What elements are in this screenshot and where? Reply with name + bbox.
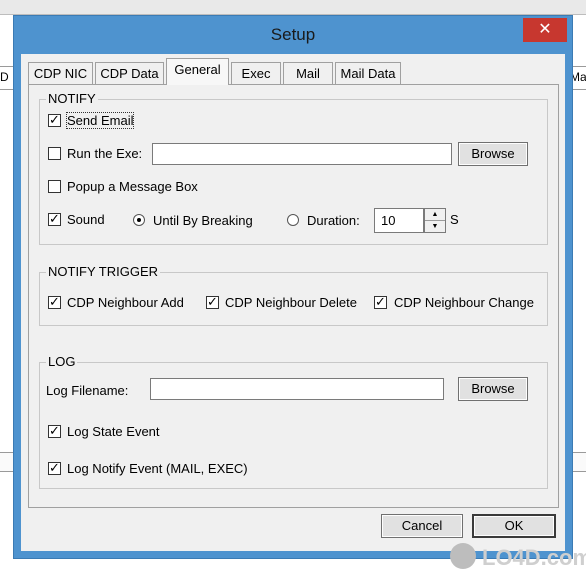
cancel-button[interactable]: Cancel (381, 514, 463, 538)
duration-input[interactable]: 10 (374, 208, 424, 233)
tab-cdp-nic[interactable]: CDP NIC (28, 62, 93, 84)
duration-unit: S (450, 212, 459, 227)
close-button[interactable]: ✕ (523, 18, 567, 42)
until-breaking-radio[interactable] (133, 214, 145, 226)
neighbour-delete-checkbox[interactable] (206, 294, 219, 310)
notify-legend: NOTIFY (46, 91, 98, 106)
log-legend: LOG (46, 354, 78, 369)
neighbour-change-checkbox[interactable] (374, 294, 387, 310)
watermark-logo-icon (450, 543, 476, 569)
watermark-text: LO4D.com (482, 545, 586, 570)
sound-label[interactable]: Sound (67, 212, 105, 227)
notify-trigger-legend: NOTIFY TRIGGER (46, 264, 161, 279)
log-notify-event-checkbox[interactable] (48, 460, 61, 476)
popup-message-checkbox[interactable] (48, 180, 61, 193)
duration-spinner[interactable]: ▲ ▼ (424, 208, 446, 233)
log-group: LOG Log Filename: Browse Log State Event… (39, 354, 548, 489)
log-browse-button[interactable]: Browse (458, 377, 528, 401)
notify-trigger-group: NOTIFY TRIGGER CDP Neighbour Add CDP Nei… (39, 264, 548, 326)
parent-left-label: D (0, 70, 9, 84)
run-exe-label[interactable]: Run the Exe: (67, 146, 142, 161)
duration-radio[interactable] (287, 214, 299, 226)
parent-right-label: Ma (570, 70, 586, 84)
run-exe-checkbox[interactable] (48, 147, 61, 160)
until-breaking-label[interactable]: Until By Breaking (153, 213, 253, 228)
notify-group: NOTIFY Send Email Run the Exe: Browse Po… (39, 91, 548, 245)
ok-button[interactable]: OK (472, 514, 556, 538)
neighbour-add-label[interactable]: CDP Neighbour Add (67, 295, 184, 310)
dialog-title: Setup (270, 25, 316, 44)
general-tab-panel: NOTIFY Send Email Run the Exe: Browse Po… (28, 84, 559, 508)
sound-checkbox[interactable] (48, 211, 61, 227)
parent-window-toolbar (0, 0, 586, 15)
log-filename-input[interactable] (150, 378, 444, 400)
tab-exec[interactable]: Exec (231, 62, 281, 84)
duration-label[interactable]: Duration: (307, 213, 360, 228)
run-exe-browse-button[interactable]: Browse (458, 142, 528, 166)
log-state-event-label[interactable]: Log State Event (67, 424, 160, 439)
spin-up-icon[interactable]: ▲ (425, 209, 445, 221)
neighbour-add-checkbox[interactable] (48, 294, 61, 310)
tab-general[interactable]: General (166, 58, 229, 85)
log-state-event-checkbox[interactable] (48, 423, 61, 439)
send-email-checkbox[interactable] (48, 112, 61, 128)
tab-mail[interactable]: Mail (283, 62, 333, 84)
setup-dialog: Setup ✕ CDP NIC CDP Data General Exec Ma… (14, 16, 572, 558)
title-bar[interactable]: Setup ✕ (14, 16, 572, 54)
run-exe-path-input[interactable] (152, 143, 452, 165)
neighbour-delete-label[interactable]: CDP Neighbour Delete (225, 295, 357, 310)
send-email-label[interactable]: Send Email (65, 112, 135, 129)
log-filename-label: Log Filename: (46, 383, 129, 398)
dialog-client-area: CDP NIC CDP Data General Exec Mail Mail … (21, 54, 565, 551)
neighbour-change-label[interactable]: CDP Neighbour Change (394, 295, 534, 310)
close-icon: ✕ (538, 21, 552, 38)
tab-mail-data[interactable]: Mail Data (335, 62, 401, 84)
tab-cdp-data[interactable]: CDP Data (95, 62, 164, 84)
spin-down-icon[interactable]: ▼ (425, 221, 445, 232)
popup-message-label[interactable]: Popup a Message Box (67, 179, 198, 194)
log-notify-event-label[interactable]: Log Notify Event (MAIL, EXEC) (67, 461, 248, 476)
